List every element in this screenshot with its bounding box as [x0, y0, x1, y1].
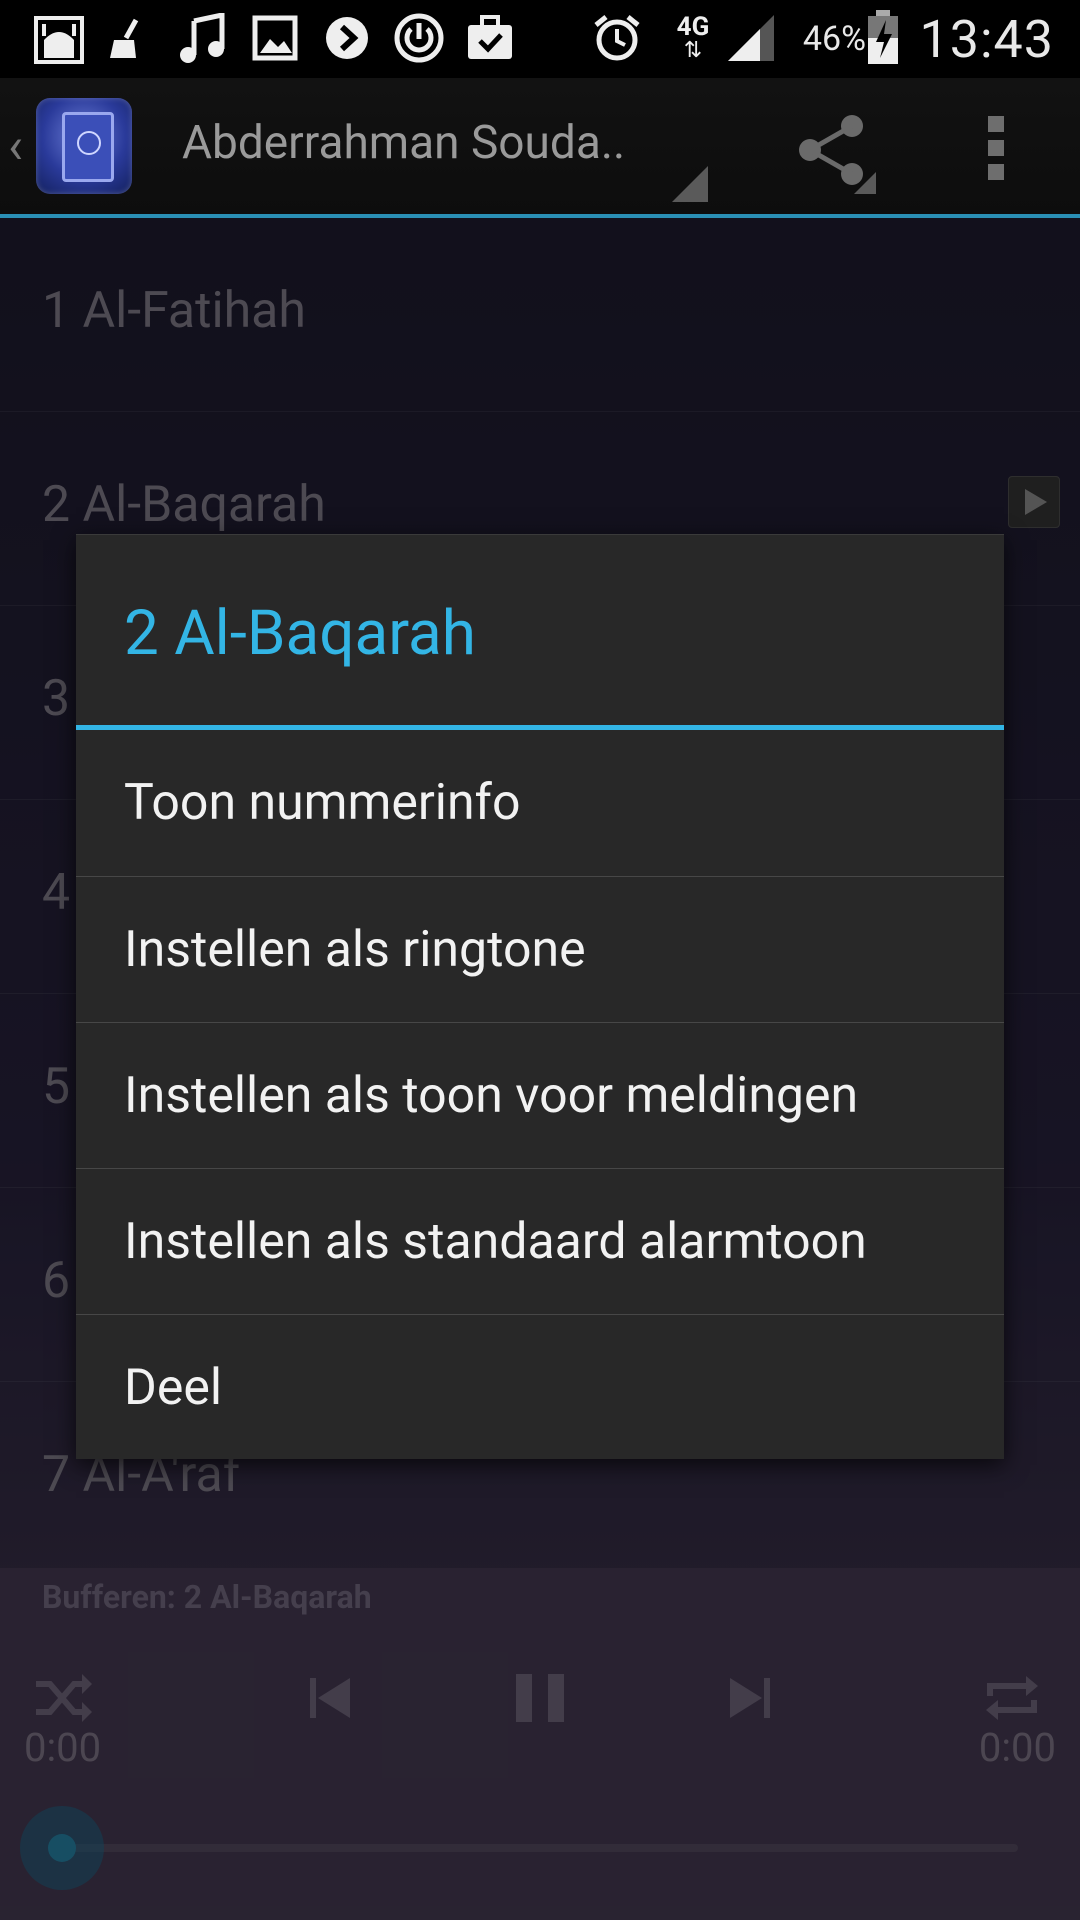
action-bar-title[interactable]: Abderrahman Souda.. [182, 116, 625, 170]
menu-item-track-info[interactable]: Toon nummerinfo [76, 730, 1004, 876]
briefcase-check-icon [466, 10, 514, 66]
menu-item-label: Toon nummerinfo [124, 774, 521, 832]
context-menu-dialog: 2 Al-Baqarah Toon nummerinfo Instellen a… [76, 534, 1004, 1459]
menu-item-label: Instellen als ringtone [124, 921, 586, 979]
power-circle-icon [394, 10, 444, 66]
status-clock: 13:43 [919, 8, 1054, 70]
menu-item-set-alarm[interactable]: Instellen als standaard alarmtoon [76, 1168, 1004, 1314]
music-note-icon [178, 10, 226, 66]
menu-item-label: Deel [124, 1359, 222, 1417]
image-icon [252, 10, 298, 66]
signal-icon [726, 10, 776, 66]
menu-item-label: Instellen als toon voor meldingen [124, 1067, 859, 1125]
action-bar: ‹ Abderrahman Souda.. [0, 78, 1080, 218]
spinner-indicator [672, 166, 708, 202]
overflow-menu-icon[interactable] [976, 116, 1016, 180]
dialog-title: 2 Al-Baqarah [124, 597, 476, 670]
menu-item-set-ringtone[interactable]: Instellen als ringtone [76, 876, 1004, 1022]
mosque-icon [34, 10, 84, 66]
broom-icon [106, 10, 150, 66]
menu-item-set-notification[interactable]: Instellen als toon voor meldingen [76, 1022, 1004, 1168]
battery-percent: 46% [802, 19, 866, 59]
status-bar: 4G ⇅ 46% 13:43 [0, 0, 1080, 78]
quran-app-logo[interactable] [36, 98, 132, 194]
menu-item-label: Instellen als standaard alarmtoon [124, 1213, 867, 1271]
alarm-icon [592, 10, 642, 66]
plex-icon [324, 10, 370, 66]
battery-charging-icon [866, 10, 900, 66]
back-chevron-icon[interactable]: ‹ [8, 118, 23, 176]
network-type-4g: 4G ⇅ [676, 12, 710, 63]
menu-item-share[interactable]: Deel [76, 1314, 1004, 1460]
share-dropdown-indicator [854, 172, 876, 194]
